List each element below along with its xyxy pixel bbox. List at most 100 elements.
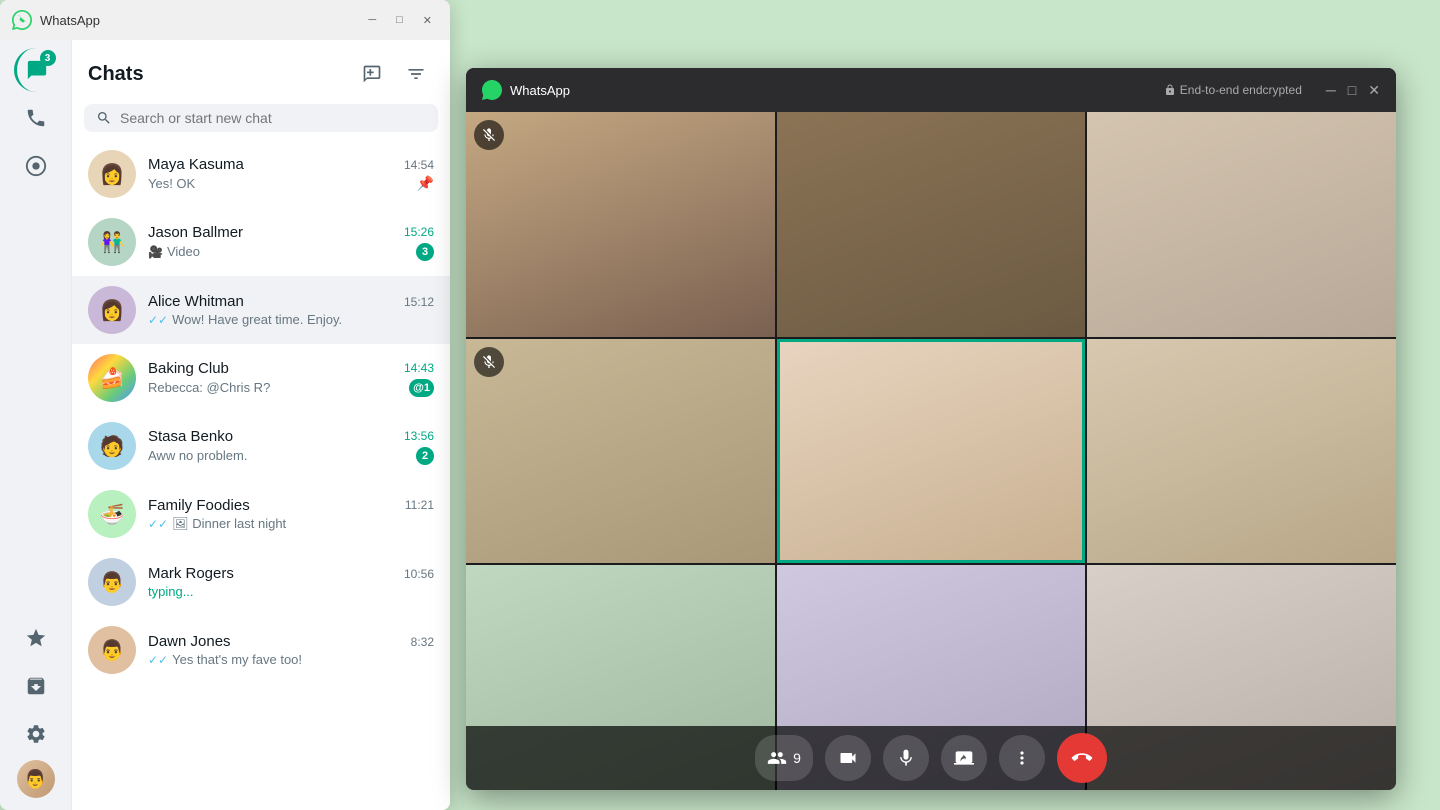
video-cell-4	[466, 339, 775, 564]
main-maximize-btn[interactable]: □	[390, 12, 409, 29]
chat-item-alice[interactable]: 👩 Alice Whitman 15:12 ✓✓ Wow! Have great…	[72, 276, 450, 344]
chat-time-baking: 14:43	[404, 361, 434, 375]
chat-avatar-family: 🍜	[88, 490, 136, 538]
sidebar-item-chats[interactable]: 3	[14, 48, 58, 92]
chats-actions	[354, 56, 434, 92]
chat-info-baking: Baking Club 14:43 Rebecca: @Chris R? @ 1	[148, 360, 434, 397]
dawn-tick: ✓✓	[148, 653, 168, 667]
chat-item-dawn[interactable]: 👨 Dawn Jones 8:32 ✓✓ Yes that's my fave …	[72, 616, 450, 684]
screen-share-button[interactable]	[941, 735, 987, 781]
more-options-button[interactable]	[999, 735, 1045, 781]
chat-item-jason[interactable]: 👫 Jason Ballmer 15:26 🎥 Video 3	[72, 208, 450, 276]
chats-header: Chats	[72, 40, 450, 100]
chat-info-maya: Maya Kasuma 14:54 Yes! OK 📌	[148, 156, 434, 192]
sidebar-item-archived[interactable]	[14, 664, 58, 708]
chat-avatar-mark: 👨	[88, 558, 136, 606]
chats-title: Chats	[88, 63, 144, 86]
new-chat-button[interactable]	[354, 56, 390, 92]
chat-name-alice: Alice Whitman	[148, 293, 244, 310]
chat-item-baking[interactable]: 🍰 Baking Club 14:43 Rebecca: @Chris R? @…	[72, 344, 450, 412]
dawn-preview-text: Yes that's my fave too!	[172, 652, 302, 667]
chat-avatar-dawn: 👨	[88, 626, 136, 674]
chats-badge: 3	[40, 50, 56, 66]
user-avatar[interactable]: 👨	[17, 760, 55, 798]
sidebar-bottom: 👨	[14, 616, 58, 810]
chat-preview-dawn: ✓✓ Yes that's my fave too!	[148, 652, 302, 667]
mute-indicator-4	[474, 347, 504, 377]
alice-tick: ✓✓	[148, 313, 168, 327]
baking-unread-badge: @ 1	[409, 379, 434, 397]
whatsapp-logo-icon	[12, 10, 32, 30]
chat-name-jason: Jason Ballmer	[148, 224, 243, 241]
video-cell-2	[777, 112, 1086, 337]
participants-count: 9	[793, 750, 801, 766]
search-input[interactable]	[120, 110, 426, 126]
chat-info-jason: Jason Ballmer 15:26 🎥 Video 3	[148, 224, 434, 261]
call-minimize-btn[interactable]: ─	[1326, 82, 1336, 99]
chat-list: 👩 Maya Kasuma 14:54 Yes! OK 📌	[72, 140, 450, 810]
video-grid	[466, 112, 1396, 790]
main-close-btn[interactable]: ✕	[417, 12, 438, 29]
end-call-button[interactable]	[1057, 733, 1107, 783]
chat-preview-alice: ✓✓ Wow! Have great time. Enjoy.	[148, 312, 342, 327]
chat-time-stasa: 13:56	[404, 429, 434, 443]
main-window-controls: ─ □ ✕	[362, 12, 438, 29]
maya-preview-text: Yes! OK	[148, 176, 195, 191]
sidebar-item-calls[interactable]	[14, 96, 58, 140]
search-icon	[96, 110, 112, 126]
chat-info-mark: Mark Rogers 10:56 typing...	[148, 565, 434, 599]
search-bar	[84, 104, 438, 132]
video-cell-3	[1087, 112, 1396, 337]
maya-pin-icon: 📌	[417, 175, 434, 192]
video-toggle-button[interactable]	[825, 735, 871, 781]
call-close-btn[interactable]: ✕	[1368, 82, 1380, 99]
chat-name-maya: Maya Kasuma	[148, 156, 244, 173]
chat-info-alice: Alice Whitman 15:12 ✓✓ Wow! Have great t…	[148, 293, 434, 327]
sidebar-item-status[interactable]	[14, 144, 58, 188]
chat-time-mark: 10:56	[404, 567, 434, 581]
whatsapp-main-window: WhatsApp ─ □ ✕ 3	[0, 0, 450, 810]
participants-button[interactable]: 9	[755, 735, 813, 781]
call-controls-bar: 9	[466, 726, 1396, 790]
video-cell-6	[1087, 339, 1396, 564]
family-tick: ✓✓	[148, 517, 168, 531]
chat-item-stasa[interactable]: 🧑 Stasa Benko 13:56 Aww no problem. 2	[72, 412, 450, 480]
chat-preview-mark: typing...	[148, 584, 194, 599]
main-title-bar: WhatsApp ─ □ ✕	[0, 0, 450, 40]
alice-preview-text: Wow! Have great time. Enjoy.	[172, 312, 342, 327]
chat-avatar-alice: 👩	[88, 286, 136, 334]
chat-name-dawn: Dawn Jones	[148, 633, 231, 650]
chat-time-maya: 14:54	[404, 158, 434, 172]
chat-name-stasa: Stasa Benko	[148, 428, 233, 445]
chat-item-mark[interactable]: 👨 Mark Rogers 10:56 typing...	[72, 548, 450, 616]
video-call-window: WhatsApp End-to-end endcrypted ─ □ ✕	[466, 68, 1396, 790]
jason-preview-text: Video	[167, 244, 200, 259]
chat-name-mark: Mark Rogers	[148, 565, 234, 582]
chat-info-dawn: Dawn Jones 8:32 ✓✓ Yes that's my fave to…	[148, 633, 434, 667]
filter-button[interactable]	[398, 56, 434, 92]
chat-info-family: Family Foodies 11:21 ✓✓ 🖼 Dinner last ni…	[148, 497, 434, 532]
chat-name-family: Family Foodies	[148, 497, 250, 514]
video-cell-1	[466, 112, 775, 337]
chat-preview-maya: Yes! OK	[148, 176, 195, 191]
sidebar-item-starred[interactable]	[14, 616, 58, 660]
chat-item-maya[interactable]: 👩 Maya Kasuma 14:54 Yes! OK 📌	[72, 140, 450, 208]
stasa-unread-badge: 2	[416, 447, 434, 465]
sidebar-item-settings[interactable]	[14, 712, 58, 756]
chat-avatar-maya: 👩	[88, 150, 136, 198]
main-window-title: WhatsApp	[40, 13, 354, 28]
call-window-title: WhatsApp	[510, 83, 1156, 98]
call-maximize-btn[interactable]: □	[1348, 82, 1356, 99]
chat-preview-jason: 🎥 Video	[148, 244, 200, 259]
chat-time-alice: 15:12	[404, 295, 434, 309]
mute-indicator-1	[474, 120, 504, 150]
jason-video-icon: 🎥	[148, 245, 163, 259]
chat-time-jason: 15:26	[404, 225, 434, 239]
call-title-bar: WhatsApp End-to-end endcrypted ─ □ ✕	[466, 68, 1396, 112]
chat-item-family[interactable]: 🍜 Family Foodies 11:21 ✓✓ 🖼 Dinner last …	[72, 480, 450, 548]
main-minimize-btn[interactable]: ─	[362, 12, 382, 29]
chat-preview-baking: Rebecca: @Chris R?	[148, 380, 270, 395]
chat-preview-family: ✓✓ 🖼 Dinner last night	[148, 516, 286, 532]
chat-name-baking: Baking Club	[148, 360, 229, 377]
microphone-button[interactable]	[883, 735, 929, 781]
